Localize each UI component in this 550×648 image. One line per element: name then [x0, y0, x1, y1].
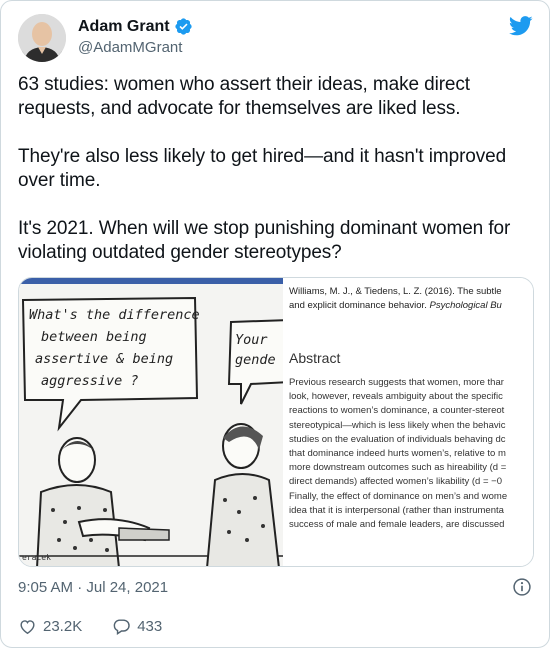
cartoon-bubble-line: gende: [235, 352, 276, 368]
paper-citation: Williams, M. J., & Tiedens, L. Z. (2016)…: [289, 285, 533, 313]
cartoon-bubble-line: aggressive ?: [41, 373, 139, 389]
cartoon-bubble-line: Your: [235, 332, 268, 348]
abstract-line: direct demands) affected women’s likabil…: [289, 476, 502, 488]
twitter-bird-icon[interactable]: [509, 16, 533, 36]
abstract-line: Previous research suggests that women, m…: [289, 377, 504, 388]
citation-line: and explicit dominance behavior.: [289, 300, 430, 311]
avatar-image: [18, 14, 66, 62]
verified-badge-icon: [174, 18, 192, 35]
abstract-body: Previous research suggests that women, m…: [289, 376, 533, 532]
abstract-line: that dominance indeed hurts women’s, rel…: [289, 448, 506, 460]
abstract-line: Finally, the effect of dominance on men’…: [289, 490, 508, 502]
cartoon-signature: eracek: [22, 553, 51, 562]
tweet-paragraph: It's 2021. When will we stop punishing d…: [18, 218, 511, 263]
avatar[interactable]: [18, 14, 66, 62]
author-name[interactable]: Adam Grant: [78, 18, 170, 36]
tweet-card: Adam Grant @AdamMGrant 63 studies: women…: [0, 0, 550, 648]
cartoon-bubble-line: assertive & being: [35, 351, 174, 367]
tweet-actions: 23.2K 433: [18, 617, 192, 636]
tweet-timestamp[interactable]: 9:05 AM · Jul 24, 2021: [18, 579, 168, 596]
tweet-paragraph: They're also less likely to get hired—an…: [18, 146, 507, 191]
abstract-line: reactions to women’s dominance, a counte…: [289, 405, 505, 417]
like-count: 23.2K: [43, 618, 83, 635]
abstract-line: look, however, reveals ambiguity about t…: [289, 391, 503, 403]
author-info: Adam Grant @AdamMGrant: [78, 17, 193, 56]
abstract-title: Abstract: [289, 350, 341, 366]
reply-button[interactable]: 433: [112, 617, 162, 636]
tweet-header: Adam Grant @AdamMGrant: [18, 14, 533, 64]
like-button[interactable]: 23.2K: [18, 617, 82, 636]
citation-line: Williams, M. J., & Tiedens, L. Z. (2016)…: [289, 286, 502, 297]
abstract-line: studies on the evaluation of individuals…: [289, 433, 506, 445]
tweet-media[interactable]: What's the difference between being asse…: [18, 277, 534, 567]
reply-count: 433: [137, 618, 163, 635]
reply-bubble-icon: [113, 619, 130, 635]
citation-journal: Psychological Bu: [429, 300, 502, 311]
heart-icon: [20, 620, 35, 635]
abstract-line: success of male and female leaders, are …: [289, 519, 505, 531]
abstract-line: stereotypical—which is less likely when …: [289, 419, 506, 431]
author-handle[interactable]: @AdamMGrant: [78, 39, 193, 56]
cartoon-bubble-line: What's the difference: [29, 307, 200, 323]
abstract-line: more downstream outcomes such as hireabi…: [289, 462, 507, 474]
tweet-paragraph: 63 studies: women who assert their ideas…: [18, 74, 470, 119]
cartoon-bubble-line: between being: [41, 329, 147, 345]
cartoon-image: What's the difference between being asse…: [19, 278, 290, 566]
paper-excerpt: Williams, M. J., & Tiedens, L. Z. (2016)…: [283, 278, 533, 566]
abstract-line: idea that it is interpersonal (rather th…: [289, 504, 504, 516]
info-icon[interactable]: [512, 577, 532, 597]
tweet-text: 63 studies: women who assert their ideas…: [18, 73, 538, 289]
